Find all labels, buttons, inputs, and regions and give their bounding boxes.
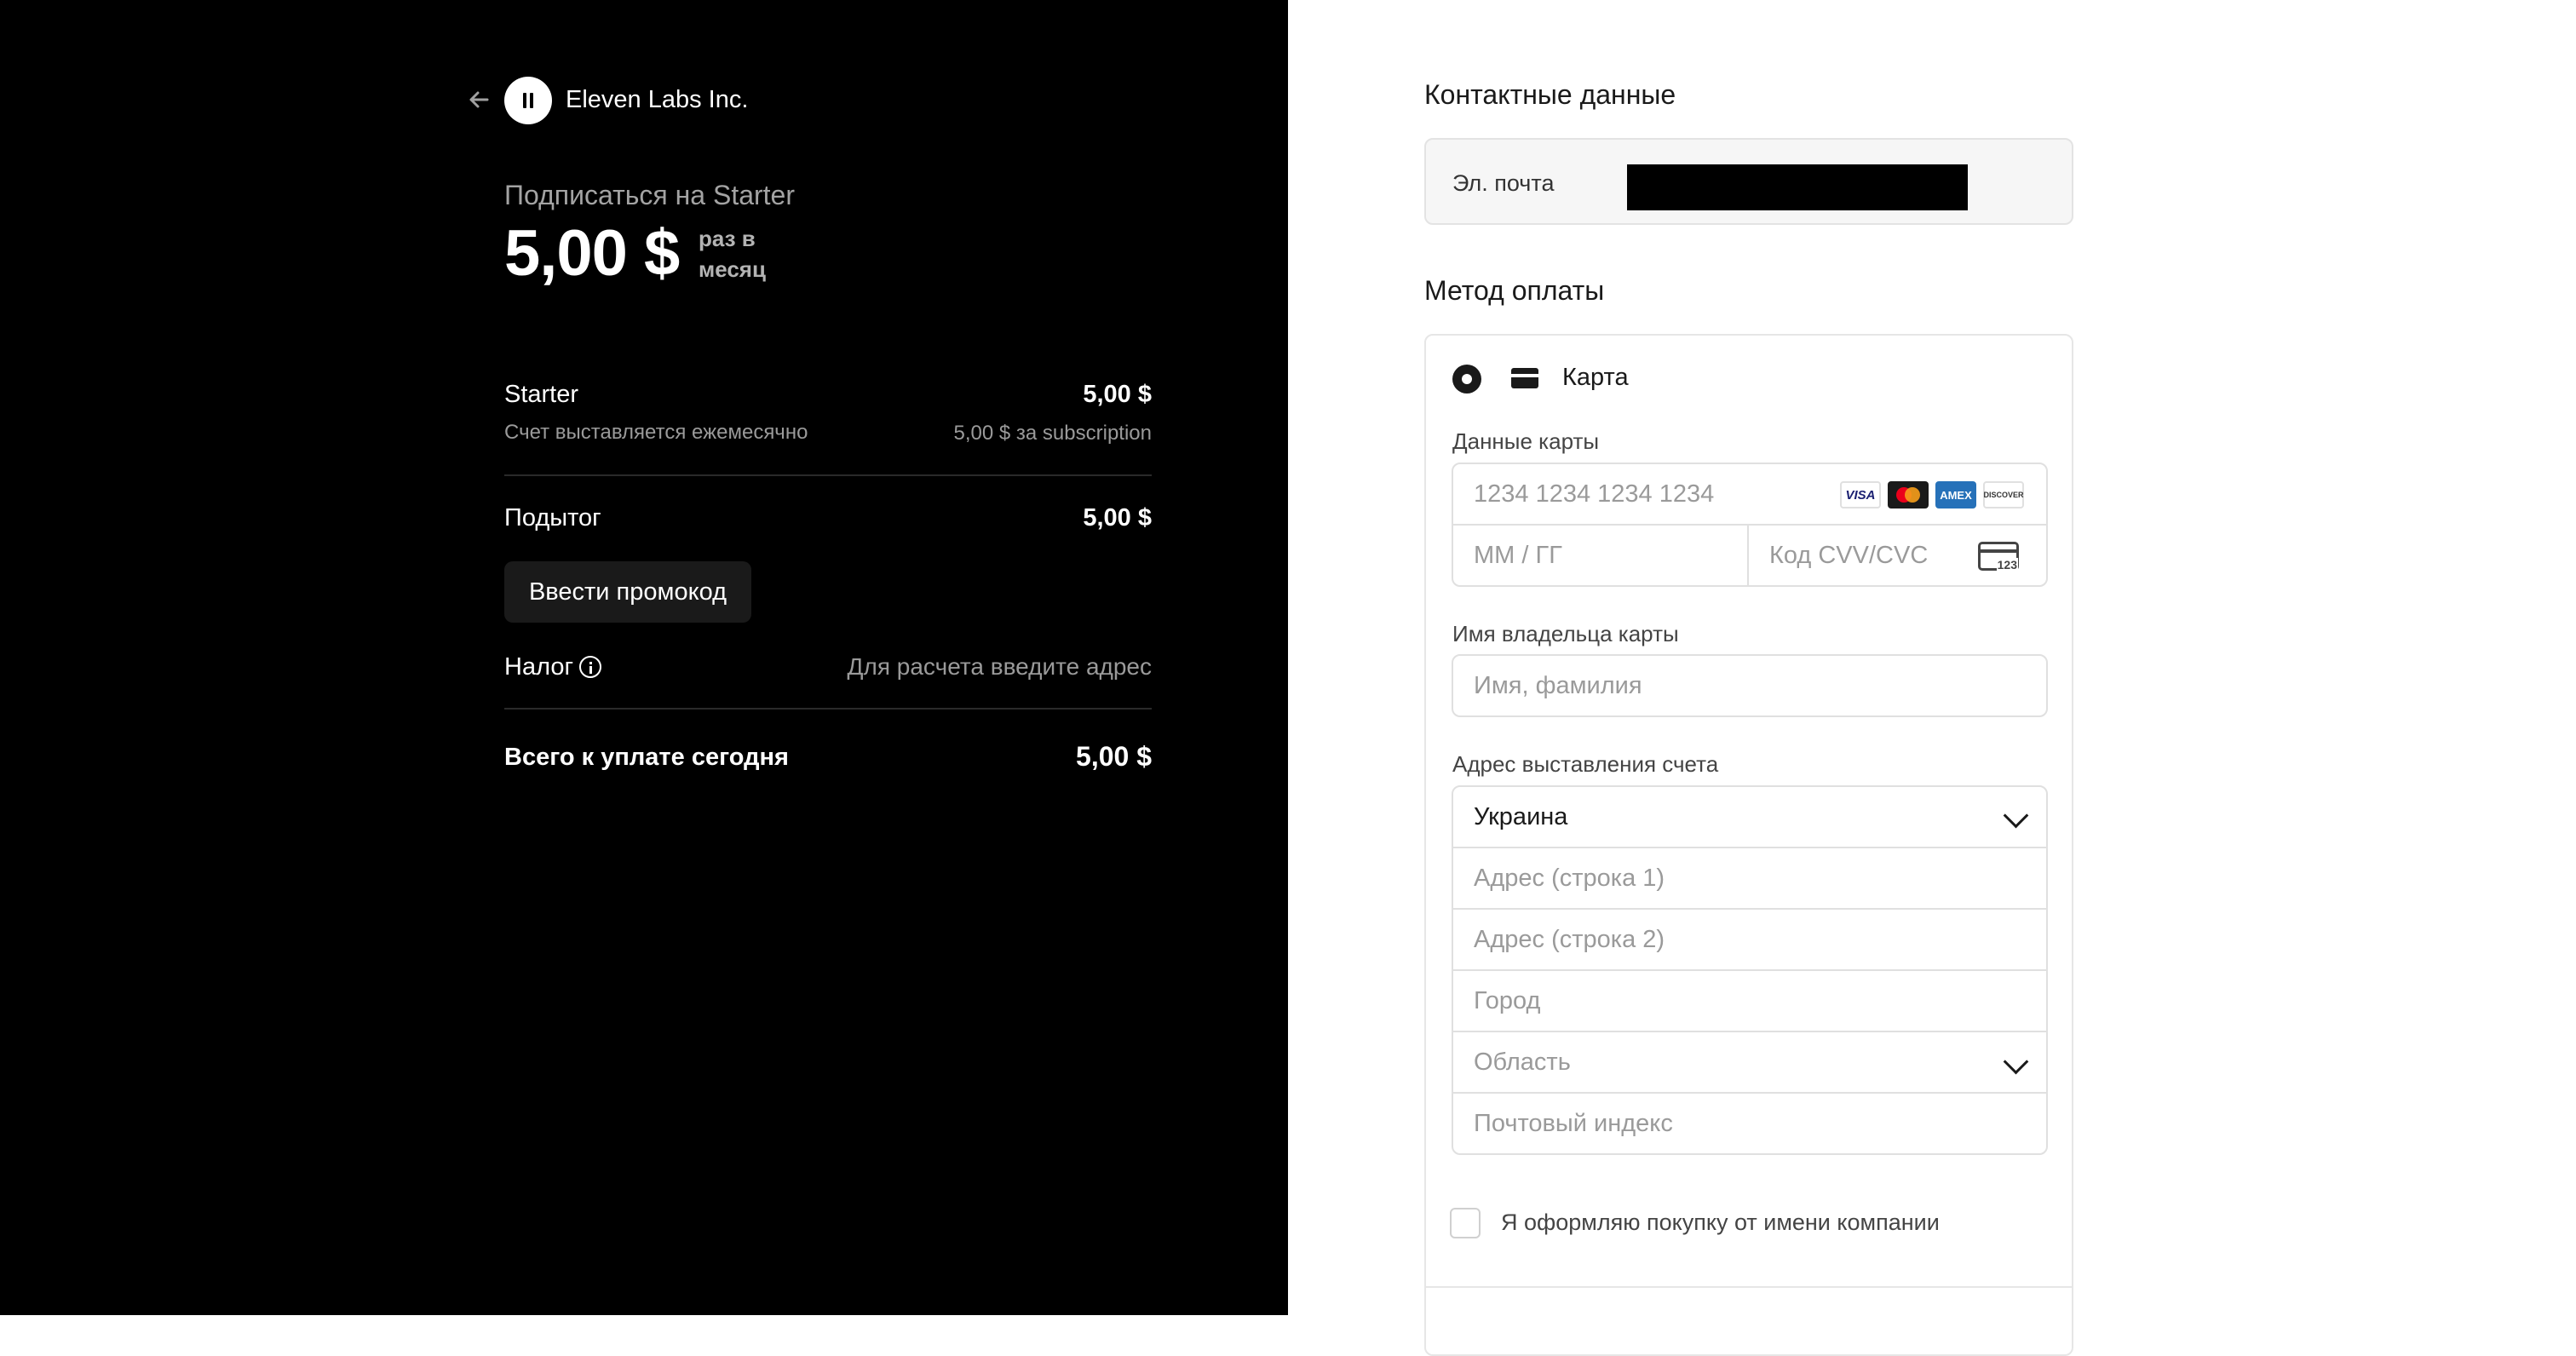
item-price-note: 5,00 $ за subscription (953, 422, 1152, 445)
email-value-redacted (1627, 164, 1968, 210)
item-billing-note: Счет выставляется ежемесячно (504, 421, 808, 444)
card-radio[interactable] (1452, 365, 1481, 394)
tax-value: Для расчета введите адрес (847, 653, 1152, 680)
postal-code-input[interactable]: Почтовый индекс (1452, 1092, 2048, 1155)
country-select[interactable]: Украина (1452, 785, 2048, 848)
company-name: Eleven Labs Inc. (566, 86, 749, 113)
item-name: Starter (504, 381, 579, 408)
info-icon[interactable] (579, 656, 601, 678)
order-summary-panel: Eleven Labs Inc. Подписаться на Starter … (0, 0, 1288, 1315)
amex-icon: AMEX (1935, 481, 1976, 508)
expiry-input[interactable]: ММ / ГГ (1452, 524, 1749, 587)
card-method-label: Карта (1562, 364, 1629, 391)
cardholder-input[interactable]: Имя, фамилия (1452, 654, 2048, 717)
cardholder-label: Имя владельца карты (1452, 621, 1679, 646)
divider (504, 474, 1152, 476)
promo-code-button[interactable]: Ввести промокод (504, 561, 751, 623)
company-purchase-checkbox[interactable] (1450, 1208, 1481, 1238)
credit-card-icon (1511, 368, 1538, 388)
billing-address-label: Адрес выставления счета (1452, 751, 1719, 777)
price-period: раз в месяц (699, 226, 766, 282)
subtotal-value: 5,00 $ (1083, 504, 1152, 531)
region-select[interactable]: Область (1452, 1031, 2048, 1094)
item-price: 5,00 $ (1083, 381, 1152, 408)
city-input[interactable]: Город (1452, 969, 2048, 1032)
company-purchase-label: Я оформляю покупку от имени компании (1501, 1209, 1940, 1235)
visa-icon: VISA (1840, 481, 1881, 508)
card-data-label: Данные карты (1452, 428, 1600, 454)
discover-icon: DISCOVER (1983, 481, 2024, 508)
total-label: Всего к уплате сегодня (504, 744, 789, 771)
contact-section-title: Контактные данные (1424, 79, 1676, 110)
cvc-card-icon: 123 (1978, 542, 2019, 572)
email-label: Эл. почта (1452, 170, 1555, 196)
subscribe-title: Подписаться на Starter (504, 180, 795, 210)
company-logo (504, 77, 552, 124)
payment-section-title: Метод оплаты (1424, 275, 1605, 306)
tax-label: Налог (504, 653, 574, 681)
address-line2-input[interactable]: Адрес (строка 2) (1452, 908, 2048, 971)
back-arrow-icon[interactable] (467, 85, 492, 114)
price: 5,00 $ (504, 217, 680, 290)
divider (504, 708, 1152, 710)
subtotal-label: Подытог (504, 504, 601, 531)
total-value: 5,00 $ (1076, 741, 1152, 772)
address-line1-input[interactable]: Адрес (строка 1) (1452, 847, 2048, 910)
mastercard-icon (1888, 481, 1929, 508)
divider (1424, 1286, 2073, 1288)
